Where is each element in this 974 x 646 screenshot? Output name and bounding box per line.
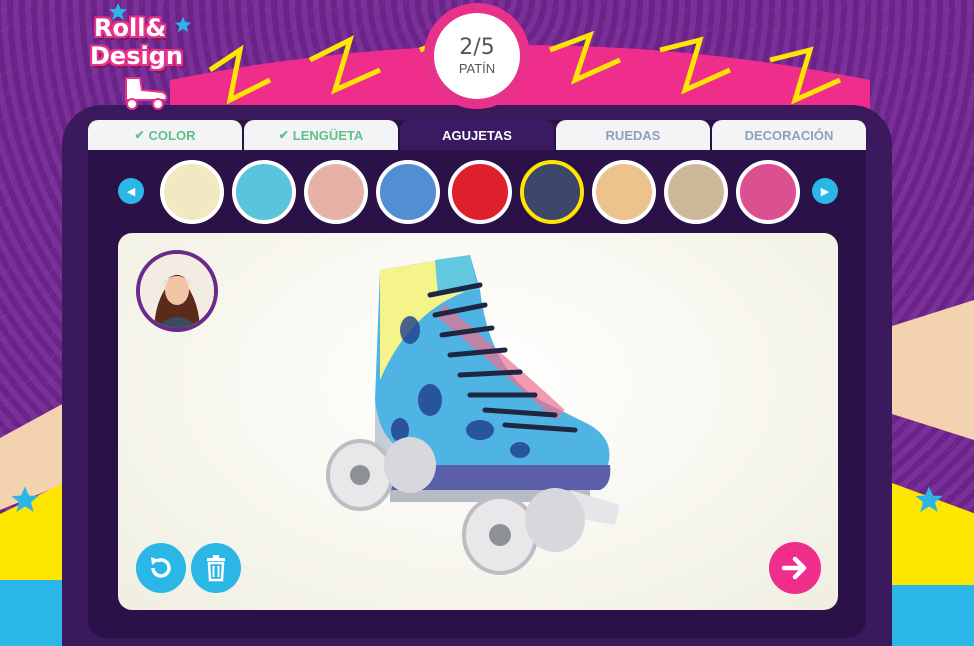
tab-label: RUEDAS (605, 127, 661, 143)
color-swatch[interactable] (592, 160, 656, 224)
color-swatch-row: ◀ ▶ (118, 160, 838, 224)
tab-decoracion[interactable]: DECORACIÓN (712, 120, 866, 150)
color-swatch[interactable] (304, 160, 368, 224)
color-swatch[interactable] (376, 160, 440, 224)
trash-icon (207, 555, 225, 582)
arrow-right-icon: ▶ (820, 185, 830, 198)
tab-label: LENGÜETA (292, 127, 364, 143)
tab-label: DECORACIÓN (744, 127, 834, 143)
tab-agujetas[interactable]: AGUJETAS (400, 120, 554, 150)
star-icon (174, 16, 192, 33)
tab-ruedas[interactable]: RUEDAS (556, 120, 710, 150)
color-swatch[interactable] (160, 160, 224, 224)
clear-button[interactable] (191, 543, 241, 593)
background-shape (884, 585, 974, 646)
tab-label: AGUJETAS (442, 127, 512, 143)
roller-skate-preview (326, 255, 620, 575)
character-avatar (136, 250, 218, 332)
tab-color[interactable]: ✔ COLOR (88, 120, 242, 150)
star-icon (915, 486, 943, 512)
next-colors-button[interactable]: ▶ (812, 178, 838, 204)
color-swatch[interactable] (664, 160, 728, 224)
undo-icon (151, 557, 171, 578)
check-icon: ✔ (278, 128, 289, 142)
step-count: 2/5 (459, 34, 495, 60)
customization-tabs: ✔ COLOR ✔ LENGÜETA AGUJETAS RUEDAS DECOR… (88, 120, 866, 150)
color-swatch[interactable] (520, 160, 584, 224)
arrow-left-icon: ◀ (126, 185, 136, 198)
check-icon: ✔ (134, 128, 145, 142)
color-swatch[interactable] (232, 160, 296, 224)
step-indicator-inner: 2/5 PATÍN (434, 13, 520, 99)
previous-colors-button[interactable]: ◀ (118, 178, 144, 204)
logo-line1: Roll& (94, 14, 167, 42)
color-swatch[interactable] (736, 160, 800, 224)
color-swatch[interactable] (448, 160, 512, 224)
star-icon (11, 486, 39, 512)
avatar-image (140, 254, 214, 328)
tab-lengueta[interactable]: ✔ LENGÜETA (244, 120, 398, 150)
next-step-button[interactable] (769, 542, 821, 594)
tab-label: COLOR (148, 127, 196, 143)
arrow-right-icon (781, 556, 807, 580)
undo-button[interactable] (136, 543, 186, 593)
roll-and-design-logo: Roll& Design (86, 2, 196, 110)
step-label: PATÍN (458, 60, 496, 76)
step-indicator: 2/5 PATÍN (424, 3, 530, 109)
logo-line2: Design (90, 42, 183, 70)
skate-icon (125, 77, 168, 110)
